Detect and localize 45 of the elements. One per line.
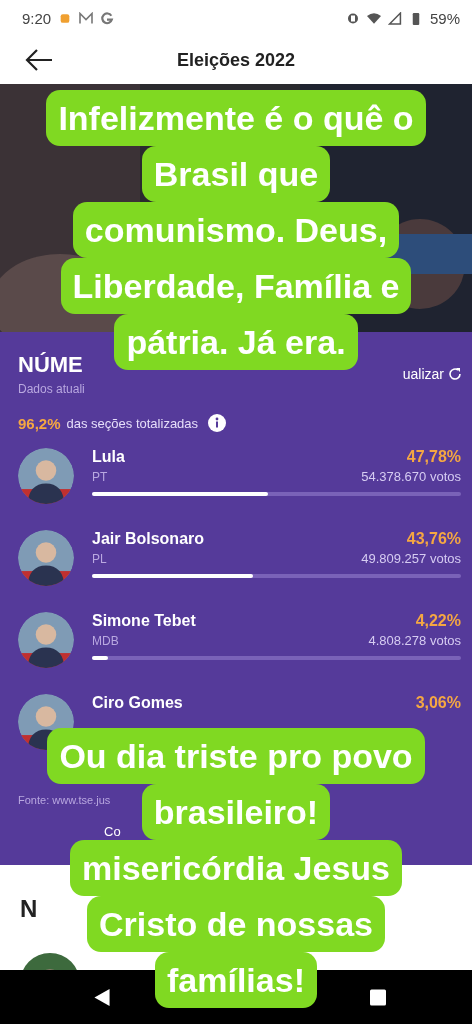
candidate-name: Ciro Gomes bbox=[92, 694, 183, 712]
source-note: Fonte: www.tse.jus bbox=[18, 794, 112, 806]
caption-text: comunismo. Deus, bbox=[72, 202, 400, 258]
caption-text: pátria. Já era. bbox=[114, 314, 358, 370]
more-button[interactable]: Co bbox=[104, 824, 121, 839]
caption-text: Brasil que bbox=[141, 146, 331, 202]
section-title: NÚME bbox=[18, 352, 84, 378]
vote-percent: 43,76% bbox=[406, 530, 461, 548]
candidate-name: Simone Tebet bbox=[92, 612, 196, 630]
caption-text: brasileiro! bbox=[141, 784, 331, 840]
update-note: Dados atuali bbox=[18, 382, 85, 396]
battery-level: 59% bbox=[429, 9, 460, 27]
screen-title: Eleições 2022 bbox=[176, 49, 296, 71]
caption-text: Liberdade, Família e bbox=[60, 258, 412, 314]
vote-count: 4.808.278 votos bbox=[368, 633, 461, 648]
candidate-name: Jair Bolsonaro bbox=[92, 530, 205, 548]
counted-label: das seções totalizadas bbox=[66, 415, 199, 431]
refresh-button[interactable]: ualizar bbox=[402, 366, 462, 382]
mail-icon bbox=[79, 11, 94, 25]
party-name: PT bbox=[92, 470, 108, 484]
vote-count: 54.378.670 votos bbox=[361, 469, 461, 484]
caption-text: Ou dia triste pro povo bbox=[47, 728, 425, 784]
caption-text: famílias! bbox=[155, 952, 317, 1008]
vibrate-icon bbox=[345, 11, 360, 25]
caption-text: Cristo de nossas bbox=[87, 896, 385, 952]
refresh-icon bbox=[448, 367, 462, 381]
clock-time: 9:20 bbox=[22, 9, 52, 27]
back-triangle-icon bbox=[94, 988, 110, 1006]
party-name: PL bbox=[92, 552, 107, 566]
percent-counted: 96,2% bbox=[18, 414, 61, 432]
candidate-name: Lula bbox=[92, 448, 125, 466]
info-icon bbox=[208, 414, 227, 432]
back-arrow-icon bbox=[24, 48, 54, 72]
vote-percent: 4,22% bbox=[415, 612, 461, 630]
signal-icon bbox=[387, 11, 402, 25]
caption-text: Infelizmente é o quê o bbox=[46, 90, 426, 146]
vote-percent: 3,06% bbox=[415, 694, 461, 712]
vote-percent: 47,78% bbox=[406, 448, 461, 466]
party-name: MDB bbox=[92, 634, 119, 648]
letter-g-icon bbox=[100, 11, 115, 25]
wifi-icon bbox=[366, 11, 381, 25]
section-title: N bbox=[20, 895, 39, 923]
caption-text: misericórdia Jesus bbox=[69, 840, 403, 896]
square-icon bbox=[370, 988, 386, 1006]
vote-count: 49.809.257 votos bbox=[361, 551, 461, 566]
